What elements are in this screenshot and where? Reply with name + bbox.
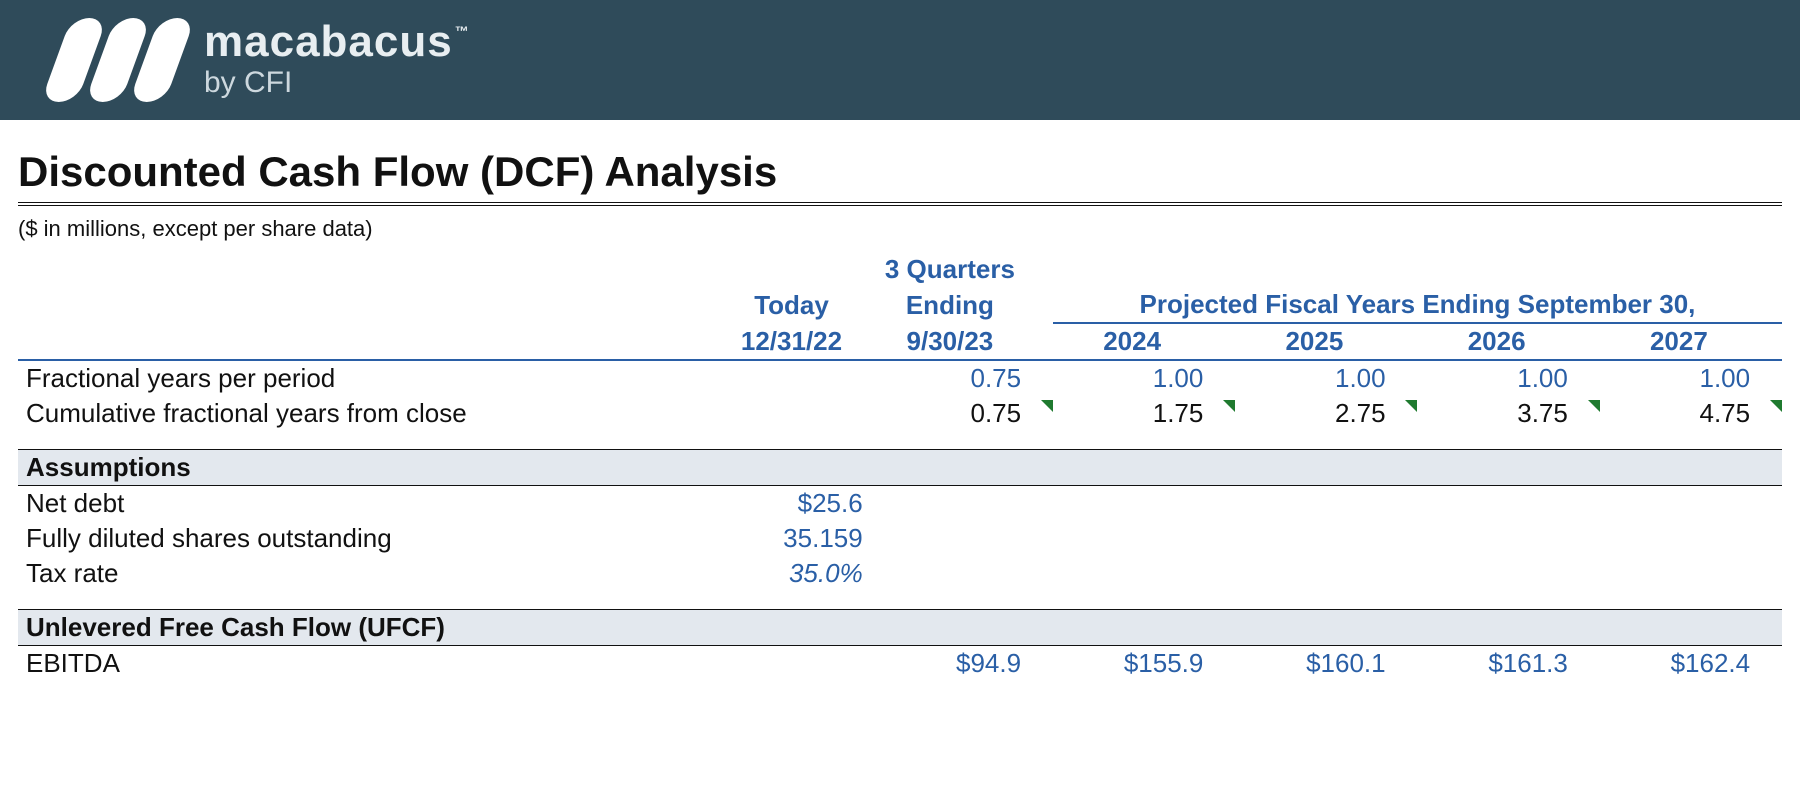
title-divider xyxy=(18,202,1782,206)
hdr-stub-date: 9/30/23 xyxy=(871,323,1029,360)
hdr-year-2026: 2026 xyxy=(1417,323,1575,360)
hdr-today-date: 12/31/22 xyxy=(712,323,870,360)
hdr-year-2027: 2027 xyxy=(1600,323,1758,360)
section-ufcf: Unlevered Free Cash Flow (UFCF) xyxy=(18,610,1782,646)
row-tax-rate: Tax rate 35.0% xyxy=(18,556,1782,591)
ufcf-header: Unlevered Free Cash Flow (UFCF) xyxy=(18,610,1782,646)
val-cum-2025: 2.75 xyxy=(1235,396,1393,431)
hdr-year-2025: 2025 xyxy=(1235,323,1393,360)
hdr-today: Today xyxy=(712,287,870,323)
units-note: ($ in millions, except per share data) xyxy=(18,216,1782,242)
val-frac-2025: 1.00 xyxy=(1235,360,1393,396)
val-frac-2024: 1.00 xyxy=(1053,360,1211,396)
brand-name: macabacus xyxy=(204,17,453,66)
val-net-debt: $25.6 xyxy=(712,486,870,522)
val-shares: 35.159 xyxy=(712,521,870,556)
row-ebitda: EBITDA $94.9 $155.9 $160.1 $161.3 $162.4 xyxy=(18,646,1782,682)
cell-flag-icon xyxy=(1029,396,1053,431)
section-assumptions: Assumptions xyxy=(18,450,1782,486)
hdr-stub-top: 3 Quarters xyxy=(871,252,1029,287)
dcf-table: 3 Quarters Today Ending Projected Fiscal… xyxy=(18,252,1782,681)
val-ebitda-2024: $155.9 xyxy=(1053,646,1211,682)
val-tax: 35.0% xyxy=(712,556,870,591)
cell-flag-icon xyxy=(1758,396,1782,431)
val-frac-stub: 0.75 xyxy=(871,360,1029,396)
val-cum-2027: 4.75 xyxy=(1600,396,1758,431)
val-ebitda-stub: $94.9 xyxy=(871,646,1029,682)
val-ebitda-2026: $161.3 xyxy=(1417,646,1575,682)
brand-header: macabacus™ by CFI xyxy=(0,0,1800,120)
label-cum-frac: Cumulative fractional years from close xyxy=(18,396,712,431)
val-frac-2027: 1.00 xyxy=(1600,360,1758,396)
row-net-debt: Net debt $25.6 xyxy=(18,486,1782,522)
label-shares: Fully diluted shares outstanding xyxy=(18,521,712,556)
val-frac-2026: 1.00 xyxy=(1417,360,1575,396)
brand-tm: ™ xyxy=(455,23,470,39)
assumptions-header: Assumptions xyxy=(18,450,1782,486)
val-cum-2026: 3.75 xyxy=(1417,396,1575,431)
brand-mark-icon xyxy=(56,18,180,102)
val-ebitda-2025: $160.1 xyxy=(1235,646,1393,682)
cell-flag-icon xyxy=(1394,396,1418,431)
cell-flag-icon xyxy=(1576,396,1600,431)
val-cum-stub: 0.75 xyxy=(871,396,1029,431)
label-tax: Tax rate xyxy=(18,556,712,591)
hdr-stub-bot: Ending xyxy=(871,287,1029,323)
page-title: Discounted Cash Flow (DCF) Analysis xyxy=(18,148,1782,196)
val-cum-2024: 1.75 xyxy=(1053,396,1211,431)
row-fractional-years: Fractional years per period 0.75 1.00 1.… xyxy=(18,360,1782,396)
label-fractional-years: Fractional years per period xyxy=(18,360,712,396)
label-ebitda: EBITDA xyxy=(18,646,712,682)
hdr-projected: Projected Fiscal Years Ending September … xyxy=(1053,287,1782,323)
row-shares: Fully diluted shares outstanding 35.159 xyxy=(18,521,1782,556)
val-ebitda-2027: $162.4 xyxy=(1600,646,1758,682)
brand-logo: macabacus™ by CFI xyxy=(56,18,468,102)
brand-subtitle: by CFI xyxy=(204,66,468,100)
cell-flag-icon xyxy=(1211,396,1235,431)
hdr-year-2024: 2024 xyxy=(1053,323,1211,360)
label-net-debt: Net debt xyxy=(18,486,712,522)
row-cumulative-fractional: Cumulative fractional years from close 0… xyxy=(18,396,1782,431)
